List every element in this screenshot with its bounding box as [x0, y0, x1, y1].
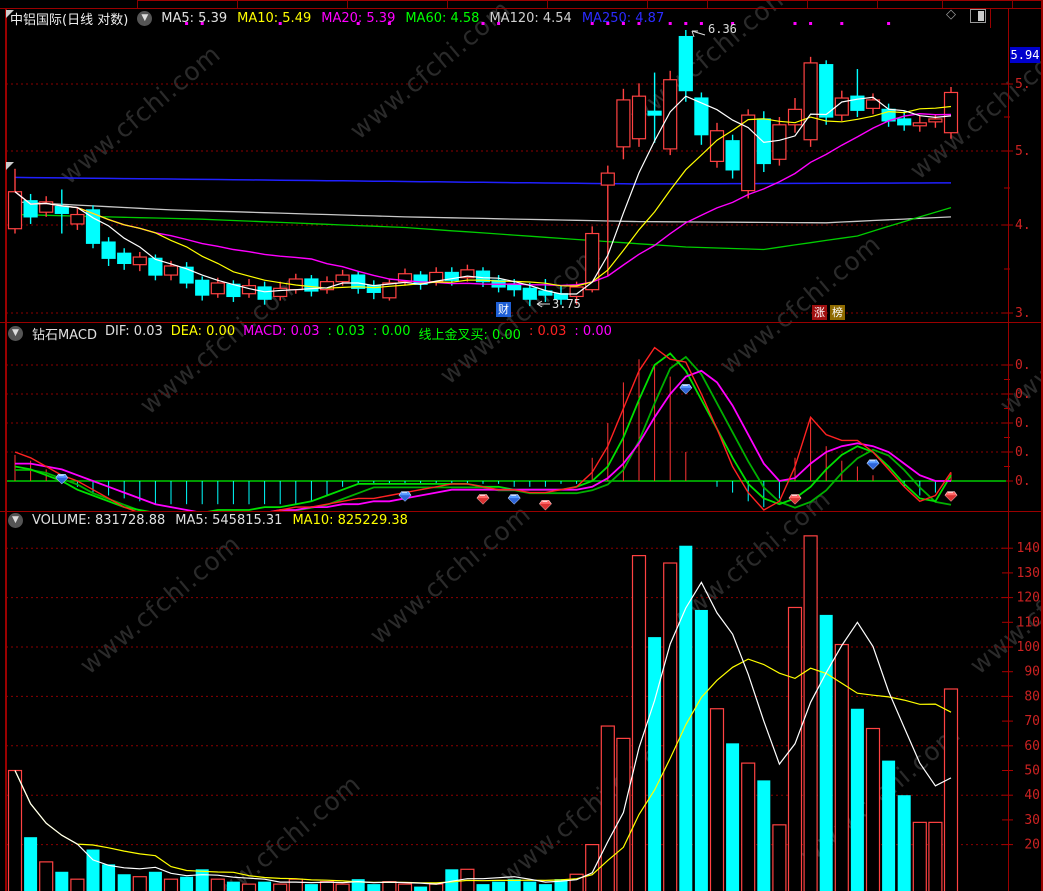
toolbar-divider: [547, 0, 548, 8]
svg-text:110: 110: [1017, 615, 1040, 630]
svg-text:3.: 3.: [1015, 306, 1031, 321]
red-gem-signal-icon: [788, 494, 802, 505]
svg-text:50: 50: [1024, 764, 1040, 779]
header-segment: DIF: 0.03: [104, 324, 163, 339]
price-axis-line: [1008, 8, 1009, 891]
macd-value-labels: 钻石MACD DIF: 0.03 DEA: 0.00 MACD: 0.03 : 0.03…: [32, 324, 612, 343]
svg-text:70: 70: [1024, 714, 1040, 729]
toolbar-divider: [1012, 0, 1013, 8]
low-price-annotation: 3.75: [552, 297, 581, 311]
header-segment: MA10: 825229.38: [292, 513, 408, 528]
chevron-down-icon[interactable]: ▼: [8, 513, 23, 528]
toolbar-divider: [347, 0, 348, 8]
header-segment: MA250: 4.87: [581, 11, 665, 26]
header-segment: : 0.03: [327, 324, 366, 339]
red-gem-signal-icon: [476, 494, 490, 505]
blue-gem-signal-icon: [679, 384, 693, 395]
header-segment: : 0.00: [574, 324, 612, 339]
volume-panel-border: [0, 511, 1043, 512]
header-segment: MACD: 0.03: [243, 324, 320, 339]
ma-value-labels: MA5: 5.39 MA10: 5.49 MA20: 5.39 MA60: 4.58 M…: [161, 11, 664, 26]
toolbar-divider: [447, 0, 448, 8]
toolbar-divider: [707, 0, 708, 8]
header-segment: MA5: 545815.31: [175, 513, 283, 528]
header-segment: : 0.03: [528, 324, 567, 339]
header-segment: 线上金叉买: 0.00: [418, 328, 521, 343]
last-price-badge: 5.94: [1010, 47, 1040, 63]
event-marker-badge[interactable]: 财: [496, 302, 511, 317]
event-marker-badge[interactable]: 涨: [812, 305, 827, 320]
svg-text:130: 130: [1017, 566, 1040, 581]
svg-text:0.: 0.: [1015, 358, 1031, 373]
stock-app-window: www.cfchi.com www.cfchi.com www.cfchi.com w…: [0, 0, 1043, 891]
volume-value-labels: VOLUME: 831728.88 MA5: 545815.31 MA10: 825…: [32, 513, 408, 528]
red-gem-signal-icon: [944, 491, 958, 502]
svg-text:140: 140: [1017, 541, 1040, 556]
svg-text:5.: 5.: [1015, 144, 1031, 159]
candlestick-chart[interactable]: 5. 5. 4. 3.: [0, 8, 1043, 322]
toolbar-divider: [137, 0, 138, 8]
main-chart-header: 中铝国际(日线 对数) ▼ MA5: 5.39 MA10: 5.49 MA20: 5…: [10, 9, 664, 28]
chevron-down-icon[interactable]: ▼: [8, 326, 23, 341]
svg-text:100: 100: [1017, 640, 1040, 655]
header-segment: DEA: 0.00: [170, 324, 236, 339]
svg-text:30: 30: [1024, 813, 1040, 828]
header-segment: : 0.00: [373, 324, 411, 339]
toolbar-divider: [647, 0, 648, 8]
header-segment: MA10: 5.49: [237, 11, 312, 26]
svg-text:0.: 0.: [1015, 416, 1031, 431]
svg-text:90: 90: [1024, 665, 1040, 680]
header-segment: MA20: 5.39: [321, 11, 396, 26]
header-segment: MA5: 5.39: [161, 11, 228, 26]
svg-text:20: 20: [1024, 838, 1040, 853]
volume-header: ▼ VOLUME: 831728.88 MA5: 545815.31 MA10: 8…: [8, 513, 408, 528]
toolbar-divider: [877, 0, 878, 8]
left-panel-border: [5, 8, 7, 891]
toolbar-divider: [807, 0, 808, 8]
svg-text:40: 40: [1024, 788, 1040, 803]
header-segment: MA60: 4.58: [405, 11, 480, 26]
svg-text:0.: 0.: [1015, 445, 1031, 460]
panel-layout-icon[interactable]: [970, 9, 986, 23]
toolbar-divider: [237, 0, 238, 8]
svg-text:4.: 4.: [1015, 218, 1031, 233]
svg-text:0.: 0.: [1015, 474, 1031, 489]
high-price-annotation: 6.36: [708, 22, 737, 36]
red-gem-signal-icon: [539, 500, 552, 511]
svg-text:60: 60: [1024, 739, 1040, 754]
header-segment: 钻石MACD: [32, 328, 97, 343]
event-marker-badge[interactable]: 榜: [830, 305, 845, 320]
svg-text:5.: 5.: [1015, 77, 1031, 92]
header-segment: VOLUME: 831728.88: [32, 513, 166, 528]
header-segment: MA120: 4.54: [489, 11, 572, 26]
header-divider: [990, 8, 991, 28]
svg-text:0.: 0.: [1015, 387, 1031, 402]
diamond-tool-icon[interactable]: ◇: [946, 7, 956, 22]
chevron-down-icon[interactable]: ▼: [137, 11, 153, 26]
macd-header: ▼ 钻石MACD DIF: 0.03 DEA: 0.00 MACD: 0.03 : 0.…: [8, 324, 612, 343]
volume-chart[interactable]: 140 130 120 110 100 90 80 70 60 50 40 30 20: [0, 511, 1043, 891]
left-expand-marker-icon[interactable]: [6, 162, 14, 170]
toolbar-top-border: [137, 0, 1043, 1]
blue-gem-signal-icon: [507, 494, 521, 505]
toolbar-divider: [942, 0, 943, 8]
svg-text:80: 80: [1024, 689, 1040, 704]
left-expand-marker-icon[interactable]: [6, 10, 14, 18]
svg-text:120: 120: [1017, 591, 1040, 606]
macd-panel-border: [0, 322, 1043, 323]
page-title: 中铝国际(日线 对数): [10, 13, 129, 28]
blue-gem-signal-icon: [866, 459, 880, 470]
macd-chart[interactable]: 0. 0. 0. 0. 0.: [0, 322, 1043, 511]
